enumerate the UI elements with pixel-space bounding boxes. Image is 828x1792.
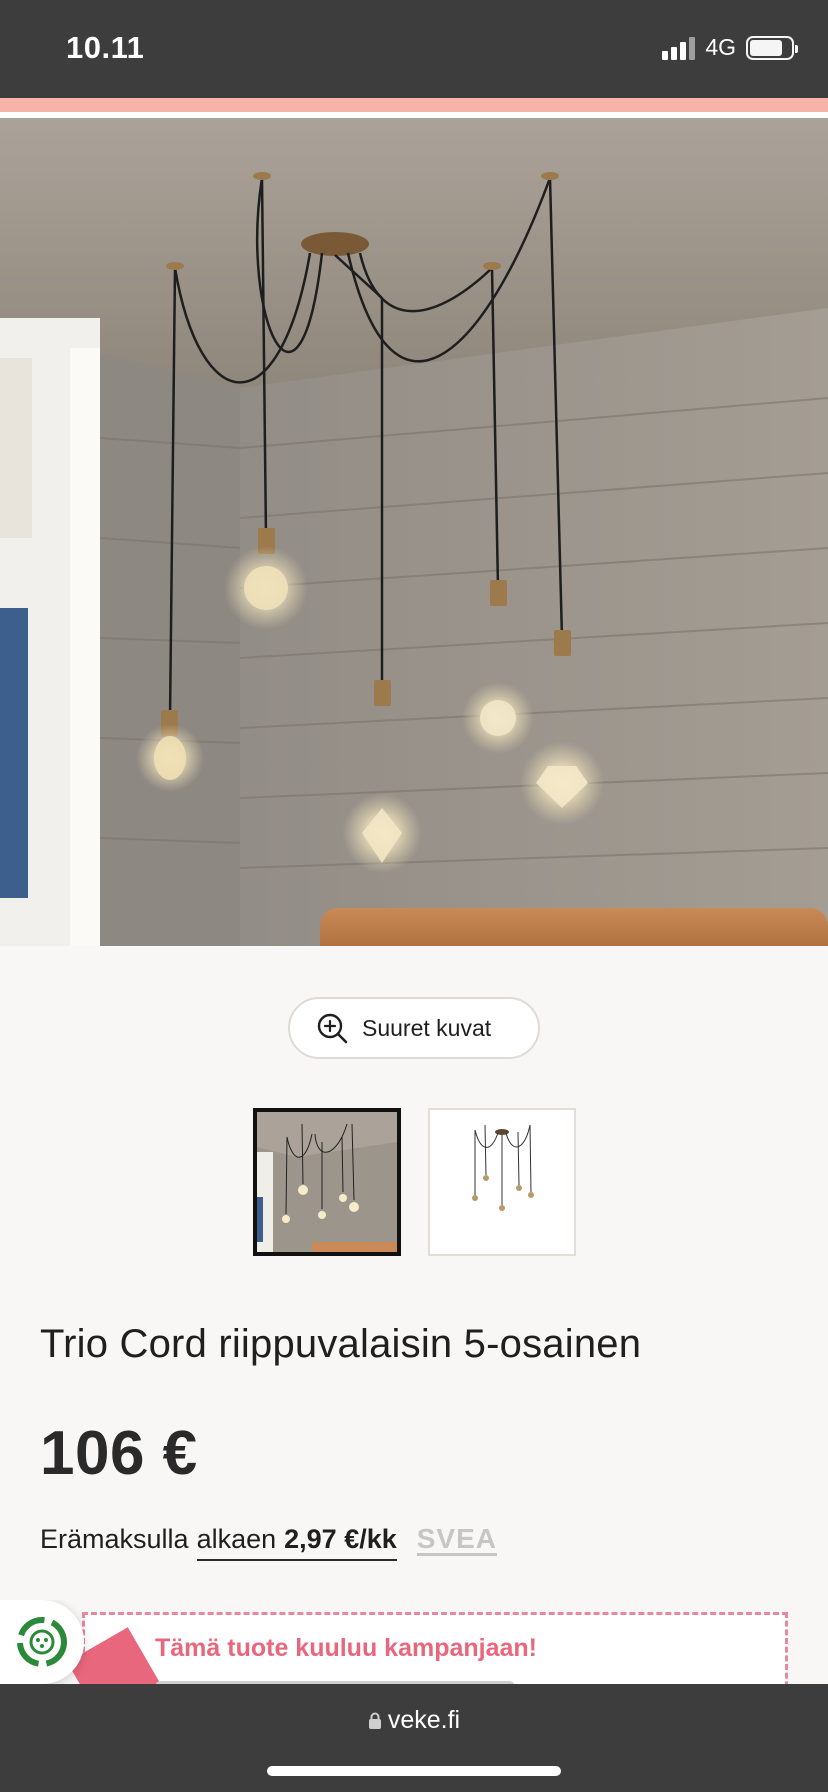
signal-icon <box>662 36 696 60</box>
product-image[interactable] <box>0 118 828 946</box>
thumbnail-room[interactable] <box>253 1108 401 1256</box>
installment-prefix: Erämaksulla <box>40 1524 189 1554</box>
product-price: 106 € <box>40 1419 198 1488</box>
product-title: Trio Cord riippuvalaisin 5-osainen <box>40 1322 642 1366</box>
status-bar: 10.11 4G <box>0 0 828 98</box>
browser-bar: veke.fi <box>0 1684 828 1792</box>
status-indicators: 4G <box>662 34 798 61</box>
lock-icon <box>368 1712 381 1729</box>
installment-link[interactable]: alkaen 2,97 €/kk <box>196 1524 397 1561</box>
status-time: 10.11 <box>66 30 145 65</box>
svea-logo: SVEA <box>416 1523 497 1556</box>
installment-info: Erämaksulla alkaen 2,97 €/kk SVEA <box>40 1524 497 1561</box>
campaign-title: Tämä tuote kuuluu kampanjaan! <box>155 1634 538 1662</box>
network-type: 4G <box>705 34 736 60</box>
recycle-icon <box>17 1617 67 1667</box>
installment-amount: 2,97 €/kk <box>284 1524 397 1554</box>
large-images-label: Suuret kuvat <box>362 1014 492 1041</box>
campaign-banner[interactable]: Tämä tuote kuuluu kampanjaan! <box>0 1600 828 1684</box>
thumbnail-product[interactable] <box>428 1108 576 1256</box>
zoom-in-icon <box>317 1013 348 1044</box>
campaign-subtext <box>155 1674 515 1684</box>
home-indicator[interactable] <box>267 1766 561 1776</box>
recycle-widget-button[interactable] <box>0 1600 84 1684</box>
large-images-button[interactable]: Suuret kuvat <box>288 997 540 1059</box>
address-bar[interactable]: veke.fi <box>0 1706 828 1735</box>
promo-stripe <box>0 98 828 112</box>
url-text: veke.fi <box>387 1706 461 1734</box>
battery-icon <box>746 35 798 60</box>
